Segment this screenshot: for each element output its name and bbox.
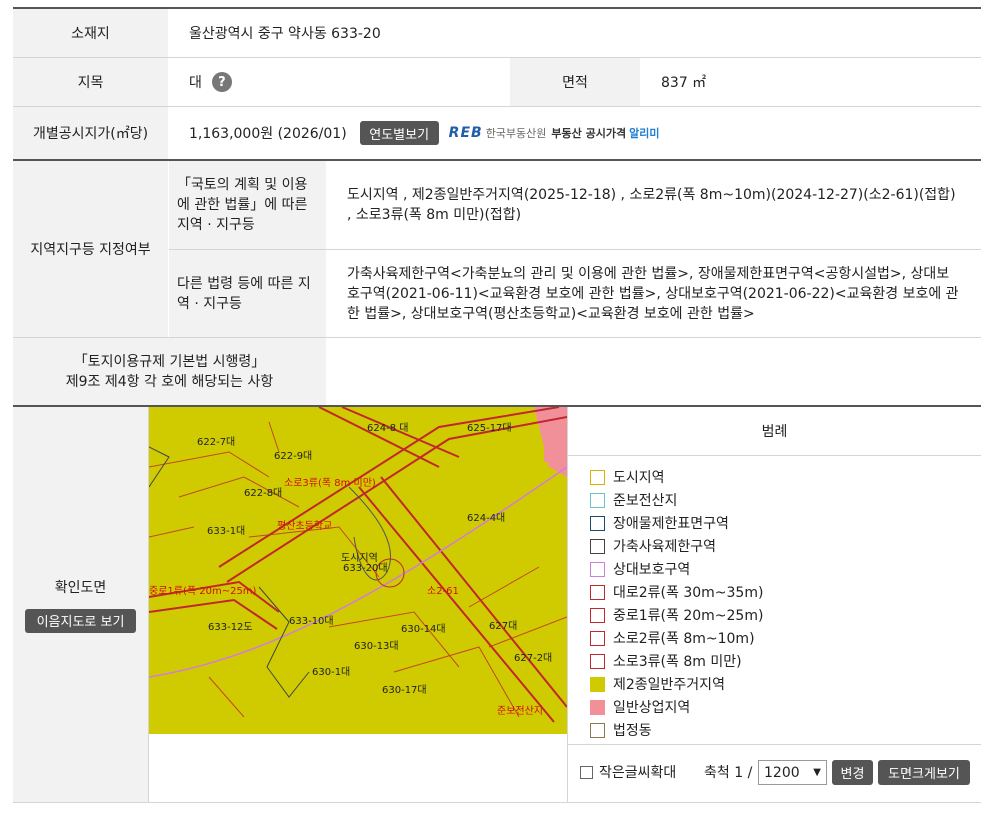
small-text-checkbox[interactable] [580,765,593,779]
reb-logo-icon: REB [448,125,483,141]
map-label-633-10: 633-10대 [289,616,334,627]
legend-swatch [590,492,605,508]
legend-swatch [590,561,605,577]
map-section-label: 확인도면 이음지도로 보기 [13,407,148,802]
legend-item: 소로2류(폭 8m~10m) [590,628,755,648]
legend-item: 대로2류(폭 30m~35m) [590,582,763,602]
legend-swatch [590,699,605,715]
location-label: 소재지 [13,9,168,57]
reb-service-name: 부동산 공시가격 [551,127,627,140]
legend-label: 제2종일반주거지역 [613,677,725,693]
legend-item: 가축사육제한구역 [590,536,716,556]
legend-item: 소로3류(폭 8m 미만) [590,651,742,671]
map-label-622-7: 622-7대 [197,437,236,448]
national-law-label: 「국토의 계획 및 이용에 관한 법률」에 따른 지역 · 지구등 [169,161,326,249]
location-value: 울산광역시 중구 약사동 633-20 [189,26,381,42]
legend-label: 중로1류(폭 20m~25m) [613,608,764,624]
legend-swatch [590,584,605,600]
legend-swatch [590,722,605,738]
legend-swatch [590,538,605,554]
legend-label: 소로2류(폭 8m~10m) [613,631,755,647]
legend-swatch [590,515,605,531]
jimok-value: 대 ? [169,58,509,106]
legend-label: 상대보호구역 [613,562,691,578]
scale-select[interactable]: 1200 ▼ [758,760,827,785]
reb-org-name: 한국부동산원 [485,127,547,140]
map-label-630-14: 630-14대 [401,624,446,635]
legend-swatch [590,607,605,623]
map-label-road-small3: 소로3류(폭 8m 미만) [284,478,376,489]
decree-value [327,338,981,405]
scale-label: 축척 1 / [704,765,753,781]
scale-change-button[interactable]: 변경 [832,760,873,785]
map-label-633-1: 633-1대 [207,526,246,537]
chevron-down-icon: ▼ [813,767,821,778]
legend-label: 도시지역 [613,470,665,486]
price-label: 개별공시지가(㎡당) [13,107,168,159]
legend-label: 법정동 [613,723,652,739]
area-label: 면적 [510,58,640,106]
map-label-624-4: 624-4대 [467,513,506,524]
national-law-value: 도시지역 , 제2종일반주거지역(2025-12-18) , 소로2류(폭 8m… [347,187,956,223]
legend-label: 일반상업지역 [613,700,691,716]
eum-map-view-button[interactable]: 이음지도로 보기 [25,608,136,633]
map-label-622-8: 622-8대 [244,488,283,499]
price-value: 1,163,000원 (2026/01) [189,126,347,142]
reb-link[interactable]: REB 한국부동산원 부동산 공시가격 알리미 [449,125,660,141]
map-label-630-17: 630-17대 [382,685,427,696]
decree-label: 「토지이용규제 기본법 시행령」 제9조 제4항 각 호에 해당되는 사항 [13,338,326,405]
price-value-cell: 1,163,000원 (2026/01) 연도별보기 REB 한국부동산원 부동… [169,107,981,159]
legend-swatch [590,676,605,692]
legend-item: 도시지역 [590,467,665,487]
help-icon[interactable]: ? [211,72,232,92]
legend-swatch [590,630,605,646]
area-value: 837 ㎡ [661,75,707,91]
map-label-627: 627대 [489,621,518,632]
reb-service-accent: 알리미 [629,127,660,140]
map-label-627-2: 627-2대 [514,653,553,664]
jimok-label: 지목 [13,58,168,106]
legend-item: 법정동 [590,720,652,740]
map-label-semi-conservation: 준보전산지 [497,706,543,717]
map-label-road-medium1: 중로1류(폭 20m~25m) [149,586,257,597]
map-label-624-8: 624-8 대 [367,423,409,434]
legend-label: 소로3류(폭 8m 미만) [613,654,742,670]
yearly-view-button[interactable]: 연도별보기 [359,121,439,145]
map-label-633-12: 633-12도 [208,622,253,633]
legend-label: 가축사육제한구역 [613,539,717,555]
legend-swatch [590,653,605,669]
legend-item: 중로1류(폭 20m~25m) [590,605,763,625]
legend-label: 대로2류(폭 30m~35m) [613,585,764,601]
legend-label: 장애물제한표면구역 [613,516,729,532]
map-label-urban-area: 도시지역 [341,553,378,564]
legend-item: 상대보호구역 [590,559,690,579]
legend-swatch [590,469,605,485]
map-label-630-13: 630-13대 [354,641,399,652]
legend-item: 장애물제한표면구역 [590,513,729,533]
legend-label: 준보전산지 [613,493,678,509]
map-label-road-small2: 소2-61 [427,586,459,597]
legend-item: 준보전산지 [590,490,677,510]
zoning-label: 지역지구등 지정여부 [13,161,168,337]
enlarge-map-button[interactable]: 도면크게보기 [878,760,970,785]
map-label-625-17: 625-17대 [467,423,512,434]
map-label-630-1: 630-1대 [312,667,351,678]
legend-item: 제2종일반주거지역 [590,674,725,694]
map-label-622-9: 622-9대 [274,451,313,462]
other-law-label: 다른 법령 등에 따른 지역 · 지구등 [169,250,326,337]
small-text-toggle[interactable]: 작은글씨확대 [580,762,676,782]
legend-item: 일반상업지역 [590,697,690,717]
map-label-school: 평산초등학교 [277,521,333,532]
legend-title: 범례 [761,424,788,440]
other-law-value: 가축사육제한구역<가축분뇨의 관리 및 이용에 관한 법률>, 장애물제한표면구… [347,265,959,322]
land-use-map[interactable]: 622-7대 622-9대 624-8 대 625-17대 622-8대 633… [149,407,567,734]
